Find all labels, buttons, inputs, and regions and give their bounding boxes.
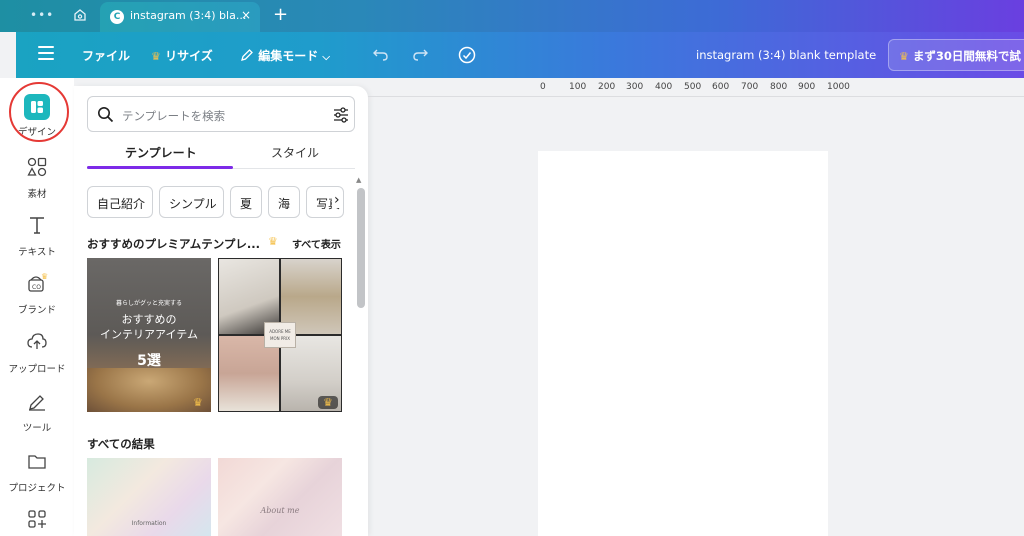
filter-icon[interactable] xyxy=(332,106,350,124)
ruler-tick: 300 xyxy=(626,82,644,92)
upload-icon xyxy=(27,333,47,349)
premium-badge: ♛ xyxy=(318,396,338,409)
hamburger-menu-icon[interactable] xyxy=(38,46,54,62)
crown-icon: ♛ xyxy=(268,235,278,248)
rail-item-label: 素材 xyxy=(27,189,47,200)
template-text: Information xyxy=(131,520,167,527)
tab-styles[interactable]: スタイル xyxy=(271,144,319,161)
rail-item-elements[interactable]: 素材 xyxy=(0,156,74,200)
browser-tab-active[interactable]: C instagram (3:4) bla... × xyxy=(100,2,260,32)
rail-item-projects[interactable]: プロジェクト xyxy=(0,450,74,494)
design-panel: テンプレートを検索 テンプレート スタイル 自己紹介 シンプル 夏 海 写真 ›… xyxy=(74,86,368,536)
resize-button[interactable]: ♛ リサイズ xyxy=(151,47,213,64)
browser-menu-dots[interactable]: ••• xyxy=(30,8,54,22)
tab-templates[interactable]: テンプレート xyxy=(125,144,197,161)
editor-top-bar: ファイル ♛ リサイズ 編集モード ⌵ instagram (3:4) blan… xyxy=(16,32,1024,78)
template-thumbnail-information[interactable]: Information xyxy=(87,458,211,536)
ruler-divider xyxy=(368,96,1024,97)
undo-icon[interactable] xyxy=(372,46,390,62)
premium-crown-icon: ♛ xyxy=(193,396,203,409)
template-thumbnail-interior[interactable]: 暮らしがグッと充実する おすすめの インテリアアイテム 5選 ♛ xyxy=(87,258,211,412)
crown-icon: ♛ xyxy=(151,50,161,63)
free-trial-button[interactable]: ♛ まず30日間無料で試 xyxy=(888,39,1024,71)
crown-icon: ♛ xyxy=(323,396,333,409)
template-text: About me xyxy=(260,506,300,515)
chevron-right-icon[interactable]: › xyxy=(332,192,342,208)
free-trial-label: まず30日間無料で試 xyxy=(912,49,1021,63)
template-thumbnail-fashion[interactable]: ADORE ME MON PRIX ♛ xyxy=(218,258,342,412)
document-title[interactable]: instagram (3:4) blank template xyxy=(696,48,876,62)
ruler-tick: 200 xyxy=(598,82,616,92)
ruler-tick: 0 xyxy=(540,82,546,92)
search-icon xyxy=(98,107,114,123)
active-tab-indicator xyxy=(87,166,233,169)
rail-item-label: プロジェクト xyxy=(8,483,66,494)
tool-icon xyxy=(29,395,45,411)
brand-icon: CO ♛ xyxy=(28,272,48,292)
home-icon[interactable] xyxy=(72,7,88,23)
ruler-tick: 1000 xyxy=(827,82,850,92)
chevron-down-icon: ⌵ xyxy=(322,52,330,63)
template-thumbnail-about-me[interactable]: About me xyxy=(218,458,342,536)
file-menu[interactable]: ファイル xyxy=(82,47,130,64)
rail-item-apps[interactable] xyxy=(0,508,74,534)
design-page-canvas[interactable] xyxy=(538,151,828,536)
ruler-tick: 600 xyxy=(712,82,730,92)
badge-line2: MON PRIX xyxy=(270,336,290,341)
rail-item-brand[interactable]: CO ♛ ブランド xyxy=(0,272,74,316)
new-tab-button[interactable]: + xyxy=(273,4,288,25)
chip-self-intro[interactable]: 自己紹介 xyxy=(87,186,153,218)
chip-simple[interactable]: シンプル xyxy=(159,186,224,218)
premium-section-title: おすすめのプレミアムテンプレ... xyxy=(87,237,260,251)
template-search-input[interactable]: テンプレートを検索 xyxy=(87,96,355,132)
ruler-tick: 800 xyxy=(770,82,788,92)
rail-item-tools[interactable]: ツール xyxy=(0,390,74,434)
chip-sea[interactable]: 海 xyxy=(268,186,300,218)
edit-mode-button[interactable]: 編集モード ⌵ xyxy=(240,47,330,64)
apps-icon xyxy=(28,510,46,528)
template-top-text: 暮らしがグッと充実する xyxy=(115,300,182,307)
canva-favicon-icon: C xyxy=(110,10,124,24)
elements-icon xyxy=(27,157,47,177)
search-placeholder: テンプレートを検索 xyxy=(122,109,226,123)
scroll-up-icon[interactable]: ▲ xyxy=(356,176,361,184)
redo-icon[interactable] xyxy=(411,46,429,62)
folder-icon xyxy=(28,455,46,469)
ruler-tick: 400 xyxy=(655,82,673,92)
ruler-tick: 100 xyxy=(569,82,587,92)
cloud-saved-icon[interactable] xyxy=(457,45,477,65)
chip-summer[interactable]: 夏 xyxy=(230,186,262,218)
resize-label: リサイズ xyxy=(165,49,213,63)
text-icon xyxy=(30,217,44,234)
tab-close-icon[interactable]: × xyxy=(241,8,251,22)
svg-text:♛: ♛ xyxy=(41,272,48,281)
scrollbar-thumb[interactable] xyxy=(357,188,365,308)
side-rail: デザイン 素材 テキスト CO ♛ ブランド アップロード ツール プロジェクト xyxy=(0,78,74,536)
svg-text:CO: CO xyxy=(32,284,41,291)
template-main-line2: インテリアアイテム xyxy=(100,328,198,341)
badge-line1: ADORE ME xyxy=(269,329,291,334)
rail-item-text[interactable]: テキスト xyxy=(0,214,74,258)
all-results-title: すべての結果 xyxy=(87,437,155,451)
see-all-link[interactable]: すべて表示 xyxy=(292,236,341,251)
template-count: 5選 xyxy=(137,353,161,369)
rail-item-label: アップロード xyxy=(8,364,66,375)
template-main-line1: おすすめの xyxy=(121,313,177,326)
ruler-tick: 900 xyxy=(798,82,816,92)
rail-item-label: テキスト xyxy=(18,247,56,258)
edit-mode-label: 編集モード xyxy=(258,49,319,63)
fashion-badge: ADORE ME MON PRIX xyxy=(264,322,296,348)
highlight-ring xyxy=(9,82,69,142)
ruler-tick: 500 xyxy=(684,82,702,92)
browser-tab-title: instagram (3:4) bla... xyxy=(130,9,247,22)
pencil-icon xyxy=(241,49,253,61)
rail-item-upload[interactable]: アップロード xyxy=(0,331,74,375)
crown-icon: ♛ xyxy=(899,50,909,63)
rail-item-label: ブランド xyxy=(17,305,56,316)
ruler-tick: 700 xyxy=(741,82,759,92)
browser-tab-bar: ••• C instagram (3:4) bla... × + xyxy=(0,0,1024,32)
panel-scrollbar[interactable]: ▲ xyxy=(356,176,365,536)
rail-item-label: ツール xyxy=(22,423,52,434)
